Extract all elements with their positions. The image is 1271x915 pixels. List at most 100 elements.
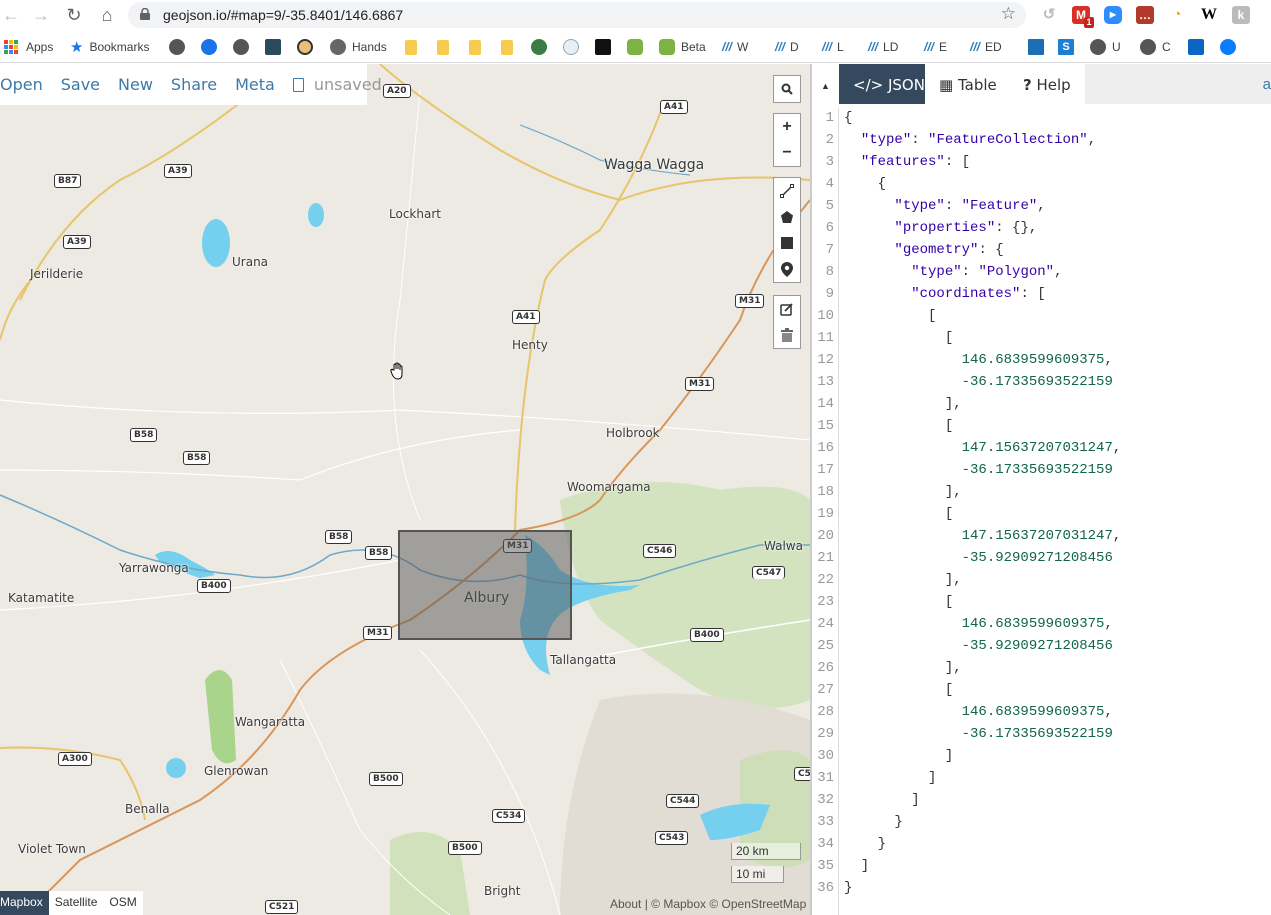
json-editor[interactable]: 1 2 3 4 5 6 7 8 9 10 11 12 13 14 15 16 17 18 19 20 21 22 23 24 2… [812, 108, 1271, 915]
bookmark-folder[interactable] [405, 38, 417, 56]
bookmark-e[interactable]: /// E [924, 38, 947, 56]
bookmark-u[interactable]: U [1090, 38, 1121, 56]
bookmark-messenger[interactable] [1220, 38, 1242, 56]
code-line: "properties": {}, [894, 220, 1038, 236]
tally-icon: /// [868, 40, 879, 54]
wikipedia-icon[interactable]: W [1200, 6, 1218, 24]
rss-icon[interactable]: ◔ [1168, 6, 1186, 24]
zoom-in-button[interactable]: + [774, 114, 800, 140]
code-line: -36.17335693522159 [961, 462, 1113, 478]
bookmark-hands[interactable]: Hands [330, 38, 387, 56]
road-shield: B58 [130, 428, 158, 442]
x-app-icon [265, 39, 281, 55]
collapse-panel-button[interactable]: ▲ [812, 64, 839, 104]
new-button[interactable]: New [118, 75, 153, 94]
tab-overflow-link[interactable]: a [1263, 64, 1271, 104]
tab-json[interactable]: </> JSON [839, 64, 939, 104]
bookmark-l[interactable]: /// L [822, 38, 844, 56]
bookmark-label: E [939, 40, 948, 54]
road-shield: A300 [58, 752, 92, 766]
map-canvas[interactable]: Wagga Wagga Lockhart Urana Jerilderie He… [0, 64, 810, 915]
reload-button[interactable]: ↻ [63, 4, 85, 26]
bookmark-label: W [737, 40, 749, 54]
bookmark-apps[interactable]: Apps [4, 38, 53, 56]
drawn-polygon[interactable] [398, 530, 572, 640]
bookmark-c[interactable]: C [1140, 38, 1171, 56]
bookmark-folder[interactable] [469, 38, 481, 56]
line-number: 17 [817, 462, 834, 478]
edit-layers-button[interactable] [774, 296, 800, 322]
tab-help[interactable]: ? Help [1009, 64, 1085, 104]
layer-mapbox[interactable]: Mapbox [0, 891, 49, 915]
layer-satellite[interactable]: Satellite [49, 891, 104, 915]
bookmark-d[interactable]: /// D [775, 38, 799, 56]
zoom-out-button[interactable]: − [774, 140, 800, 166]
map-attribution[interactable]: About | © Mapbox © OpenStreetMap [610, 897, 806, 911]
layer-osm[interactable]: OSM [103, 891, 142, 915]
bookmark-bookmarks[interactable]: ★ Bookmarks [70, 38, 149, 56]
bookmark-x-app[interactable] [265, 38, 287, 56]
bookmark-s[interactable]: S [1058, 38, 1080, 56]
meta-button[interactable]: Meta [235, 75, 275, 94]
globe-icon [233, 39, 249, 55]
save-button[interactable]: Save [61, 75, 100, 94]
draw-polygon-button[interactable] [774, 204, 800, 230]
bookmark-user[interactable] [201, 38, 223, 56]
gmail-icon[interactable]: M1 [1072, 6, 1094, 28]
ext-red-icon[interactable]: … [1136, 6, 1154, 24]
line-number: 21 [817, 550, 834, 566]
line-number: 7 [825, 242, 834, 258]
code-line: "features": [ [860, 154, 971, 170]
draw-toolbar [773, 177, 801, 283]
bookmark-app[interactable] [595, 38, 617, 56]
url-text[interactable]: geojson.io/#map=9/-35.8401/146.6867 [163, 7, 403, 23]
bookmark-green[interactable] [627, 38, 649, 56]
tab-table[interactable]: ▦ Table [925, 64, 1011, 104]
bookmark-globe[interactable] [233, 38, 255, 56]
draw-marker-button[interactable] [774, 256, 800, 282]
bookmark-earth[interactable] [531, 38, 553, 56]
ext-grey-icon[interactable]: k [1232, 6, 1250, 24]
tally-icon: /// [775, 40, 786, 54]
home-button[interactable]: ⌂ [96, 4, 118, 26]
delete-layers-button[interactable] [774, 322, 800, 348]
bookmark-label: ED [985, 40, 1002, 54]
code-line: "type": "Polygon", [911, 264, 1063, 280]
bookmark-beta[interactable]: Beta [659, 38, 706, 56]
info-icon [563, 39, 579, 55]
bookmark-trello[interactable] [1188, 38, 1210, 56]
draw-line-button[interactable] [774, 178, 800, 204]
search-icon[interactable] [774, 76, 800, 102]
bookmark-info[interactable] [563, 38, 585, 56]
bookmark-w[interactable]: /// W [722, 38, 748, 56]
draw-rectangle-button[interactable] [774, 230, 800, 256]
bookmark-star-icon[interactable]: ☆ [1001, 4, 1016, 24]
share-button[interactable]: Share [171, 75, 217, 94]
bookmark-folder[interactable] [437, 38, 449, 56]
line-number: 28 [817, 704, 834, 720]
road-shield: M31 [685, 377, 715, 391]
bookmark-ld[interactable]: /// LD [868, 38, 898, 56]
zoom-icon[interactable]: ▶ [1104, 6, 1122, 24]
edit-icon [780, 303, 793, 316]
address-bar[interactable]: geojson.io/#map=9/-35.8401/146.6867 ☆ [128, 2, 1026, 28]
road-shield: A20 [383, 84, 411, 98]
back-button[interactable]: ← [0, 4, 22, 26]
open-button[interactable]: Open [0, 75, 43, 94]
code-line: -35.92909271208456 [961, 550, 1113, 566]
line-number: 8 [825, 264, 834, 280]
search-control[interactable] [773, 75, 801, 103]
bookmark-lifebuoy[interactable] [297, 38, 319, 56]
bookmark-folder[interactable] [501, 38, 513, 56]
code-line: [ [844, 418, 954, 434]
forward-button[interactable]: → [30, 4, 52, 26]
code-line: [ [844, 594, 954, 610]
place-label: Benalla [125, 802, 170, 816]
bookmark-chart[interactable] [1028, 38, 1050, 56]
bookmark-globe[interactable] [169, 38, 191, 56]
line-number: 13 [817, 374, 834, 390]
history-icon[interactable]: ↺ [1040, 6, 1058, 24]
bookmark-ed[interactable]: /// ED [970, 38, 1002, 56]
road-shield: B58 [325, 530, 353, 544]
map-basemap [0, 64, 810, 915]
